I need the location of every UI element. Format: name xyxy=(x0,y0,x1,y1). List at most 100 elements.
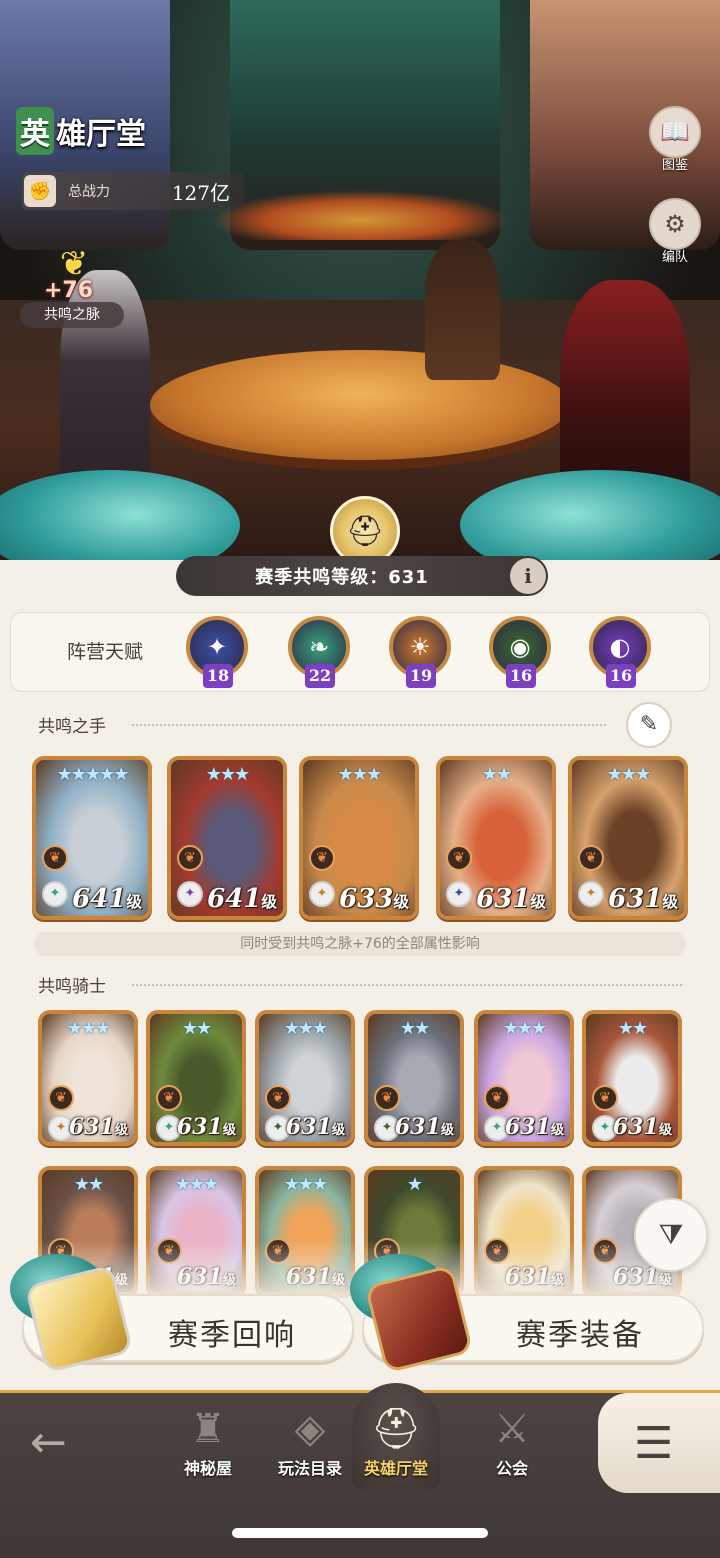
faction-count: 19 xyxy=(406,664,436,688)
hero-level-unit: 级 xyxy=(662,892,678,911)
total-power-value: 127亿 xyxy=(171,180,230,205)
season-resonance-level: 赛季共鸣等级：631 xyxy=(255,567,429,588)
filter-icon[interactable]: ⧩ xyxy=(634,1198,708,1272)
book-icon: 📖 xyxy=(649,106,701,158)
hero-figure-center[interactable] xyxy=(425,240,500,380)
hero-level-unit: 级 xyxy=(261,892,277,911)
star-rank: ★ xyxy=(406,1174,423,1195)
hero-level: 631级 xyxy=(613,1114,672,1140)
hero-level-unit: 级 xyxy=(331,1123,345,1138)
season-resonance-level-bar: 赛季共鸣等级：631 i xyxy=(176,556,548,596)
hero-card[interactable]: ★★★ ❦ ✦ 631级 xyxy=(38,1010,138,1146)
resonance-pulse-badge[interactable]: ❦ +76 共鸣之脉 xyxy=(20,246,124,330)
class-emblem-icon: ❦ xyxy=(309,845,335,871)
hero-card[interactable]: ★★★ ❦ ✦ 631级 xyxy=(255,1010,355,1146)
nav-game-catalog[interactable]: ◈ 玩法目录 xyxy=(270,1403,350,1479)
nav-label: 公会 xyxy=(495,1459,528,1478)
faction-medal[interactable]: ◉ 16 xyxy=(484,616,556,690)
hero-level-unit: 级 xyxy=(440,1123,454,1138)
fist-icon: ✊ xyxy=(24,175,56,207)
hero-card[interactable]: ★★ ❦ ✦ 631级 xyxy=(436,756,556,920)
season-gear-label: 赛季装备 xyxy=(516,1318,644,1353)
feather-edit-icon[interactable]: ✎ xyxy=(626,702,672,748)
class-emblem-icon: ❦ xyxy=(177,845,203,871)
codex-label: 图鉴 xyxy=(661,158,688,173)
faction-medal[interactable]: ◐ 16 xyxy=(584,616,656,690)
hero-card[interactable]: ★★ ❦ ✦ 631级 xyxy=(146,1010,246,1146)
star-rank: ★★★ xyxy=(502,1018,547,1039)
hero-level: 641级 xyxy=(72,884,142,914)
hero-level: 631级 xyxy=(608,884,678,914)
hero-level: 631级 xyxy=(286,1114,345,1140)
resonance-pulse-label: 共鸣之脉 xyxy=(20,302,124,328)
info-icon[interactable]: i xyxy=(510,558,546,594)
hero-card[interactable]: ★★ ❦ ✦ 631级 xyxy=(364,1010,464,1146)
hero-level: 631级 xyxy=(69,1114,128,1140)
faction-medal[interactable]: ❧ 22 xyxy=(283,616,355,690)
hero-level: 631级 xyxy=(395,1114,454,1140)
star-rank: ★★ xyxy=(481,764,512,785)
codex-button[interactable]: 📖 图鉴 xyxy=(645,106,705,176)
formation-label: 编队 xyxy=(661,250,688,265)
faction-talent-title: 阵营天赋 xyxy=(67,641,144,663)
nav-label: 神秘屋 xyxy=(183,1459,232,1478)
hero-level-number: 631 xyxy=(476,884,531,914)
page-title-rest: 雄厅堂 xyxy=(56,117,146,152)
back-arrow-icon[interactable]: ← xyxy=(30,1421,100,1465)
hero-card[interactable]: ★★★ ❦ ✦ 633级 xyxy=(299,756,419,920)
star-rank: ★★★ xyxy=(337,764,382,785)
star-rank: ★★★ xyxy=(283,1018,328,1039)
home-indicator[interactable] xyxy=(232,1528,488,1538)
faction-medal[interactable]: ✦ 18 xyxy=(181,616,253,690)
faction-icon: ✦ xyxy=(42,881,68,907)
nav-label: 玩法目录 xyxy=(277,1459,342,1478)
nav-hero-hall[interactable]: ⛑ 英雄厅堂 xyxy=(356,1403,436,1479)
nav-guild[interactable]: ⚔ 公会 xyxy=(472,1403,552,1479)
faction-icon: ✦ xyxy=(177,881,203,907)
class-emblem-icon: ❦ xyxy=(446,845,472,871)
page-title: 英 雄厅堂 xyxy=(16,106,146,156)
hero-card[interactable]: ★★ ❦ ✦ 631级 xyxy=(582,1010,682,1146)
main-menu-button[interactable]: ☰ xyxy=(598,1393,720,1493)
star-rank: ★★ xyxy=(399,1018,430,1039)
hero-card[interactable]: ★★★★★ ❦ ✦ 641级 xyxy=(32,756,152,920)
hero-card[interactable]: ★★★ ❦ ✦ 641级 xyxy=(167,756,287,920)
class-emblem-icon: ❦ xyxy=(48,1085,74,1111)
total-power-label: 总战力 xyxy=(68,184,110,200)
hero-card[interactable]: ★★★ ❦ ✦ 631级 xyxy=(568,756,688,920)
faction-icon: ✦ xyxy=(578,881,604,907)
page-title-first-char: 英 xyxy=(16,107,54,155)
formation-button[interactable]: ⚙ 编队 xyxy=(645,198,705,268)
star-rank: ★★★ xyxy=(606,764,651,785)
diamond-grid-icon: ◈ xyxy=(294,1406,326,1452)
resonance-hands-title: 共鸣之手 xyxy=(38,717,106,737)
hero-level: 641级 xyxy=(207,884,277,914)
hero-level-number: 631 xyxy=(394,1114,441,1140)
divider xyxy=(132,984,682,986)
hero-level: 631级 xyxy=(177,1114,236,1140)
hero-level-number: 641 xyxy=(207,884,262,914)
hero-card[interactable]: ★★★ ❦ ✦ 631级 xyxy=(474,1010,574,1146)
total-power-bar[interactable]: ✊ 总战力 127亿 xyxy=(22,172,244,210)
hero-level: 633级 xyxy=(339,884,409,914)
hero-level-number: 631 xyxy=(176,1114,223,1140)
resonance-knights-title: 共鸣骑士 xyxy=(38,977,106,997)
star-rank: ★★ xyxy=(73,1174,104,1195)
hero-level-number: 641 xyxy=(72,884,127,914)
season-gear-button[interactable]: 赛季装备 xyxy=(350,1254,704,1374)
crossed-swords-icon: ⚔ xyxy=(494,1406,530,1452)
faction-medal[interactable]: ☀ 19 xyxy=(384,616,456,690)
hero-level: 631级 xyxy=(476,884,546,914)
faction-count: 16 xyxy=(606,664,636,688)
hero-level: 631级 xyxy=(505,1114,564,1140)
hero-level-number: 631 xyxy=(608,884,663,914)
helmet-icon: ⛑ xyxy=(370,1406,422,1452)
nav-mystery-house[interactable]: ♜ 神秘屋 xyxy=(168,1403,248,1479)
hero-level-unit: 级 xyxy=(530,892,546,911)
divider xyxy=(132,724,606,726)
star-rank: ★★★ xyxy=(66,1018,111,1039)
faction-count: 22 xyxy=(305,664,335,688)
resonance-pulse-bonus: +76 xyxy=(44,278,94,303)
season-echo-button[interactable]: 赛季回响 xyxy=(10,1254,354,1374)
helmet-gear-icon: ⚙ xyxy=(649,198,701,250)
